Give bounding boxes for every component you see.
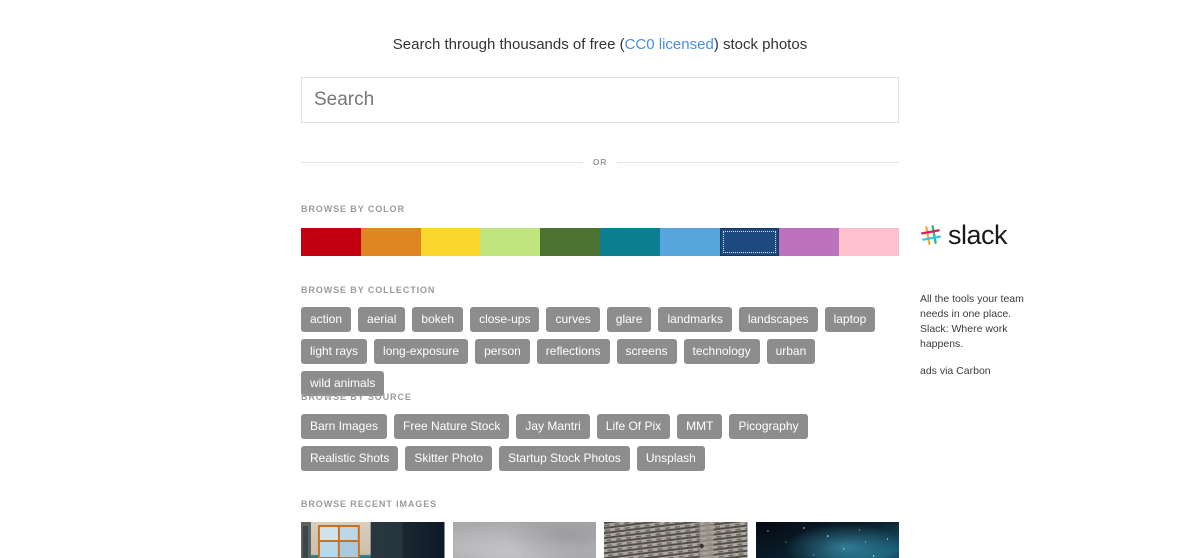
recent-image-grid	[301, 522, 899, 558]
collection-tag-light-rays[interactable]: light rays	[301, 339, 368, 364]
source-tag-mmt[interactable]: MMT	[677, 414, 723, 439]
source-tag-free-nature-stock[interactable]: Free Nature Stock	[394, 414, 510, 439]
color-swatch-light-green[interactable]	[480, 228, 541, 256]
browse-by-color-section: BROWSE BY COLOR	[301, 203, 899, 256]
source-tag-picography[interactable]: Picography	[729, 414, 808, 439]
collection-tag-long-exposure[interactable]: long-exposure	[374, 339, 469, 364]
color-swatch-orange[interactable]	[360, 228, 421, 256]
collection-tag-screens[interactable]: screens	[616, 339, 677, 364]
source-tag-jay-mantri[interactable]: Jay Mantri	[516, 414, 590, 439]
color-swatch-dark-green[interactable]	[540, 228, 600, 256]
collection-tag-technology[interactable]: technology	[683, 339, 760, 364]
color-swatch-navy[interactable]	[719, 228, 780, 256]
recent-image-gray-cloudy-sky[interactable]	[452, 522, 596, 558]
collection-tag-landmarks[interactable]: landmarks	[658, 307, 732, 332]
cc0-license-link[interactable]: CC0 licensed	[625, 36, 714, 53]
search-container	[301, 77, 899, 123]
tagline-text-before: Search through thousands of free (	[392, 36, 625, 53]
color-swatch-light-blue[interactable]	[659, 228, 720, 256]
collection-tag-reflections[interactable]: reflections	[536, 339, 610, 364]
collection-tag-action[interactable]: action	[301, 307, 352, 332]
browse-by-collection-section: BROWSE BY COLLECTION action aerial bokeh cl…	[301, 284, 901, 396]
browse-by-color-label: BROWSE BY COLOR	[301, 204, 405, 214]
slack-logo-icon	[920, 224, 942, 246]
collection-tag-urban[interactable]: urban	[766, 339, 816, 364]
slack-ad-logo-link[interactable]: slack	[920, 218, 1055, 252]
collection-tag-glare[interactable]: glare	[606, 307, 652, 332]
collection-tag-person[interactable]: person	[475, 339, 530, 364]
slack-wordmark: slack	[948, 219, 1008, 250]
source-tag-startup-stock-photos[interactable]: Startup Stock Photos	[499, 446, 630, 471]
divider-rule-right	[617, 161, 899, 163]
browse-recent-images-label: BROWSE RECENT IMAGES	[301, 499, 438, 509]
collection-tag-curves[interactable]: curves	[546, 307, 600, 332]
color-swatch-yellow[interactable]	[420, 228, 481, 256]
recent-image-starry-night-sky[interactable]	[755, 522, 899, 558]
browse-by-collection-label: BROWSE BY COLLECTION	[301, 285, 436, 295]
source-tag-realistic-shots[interactable]: Realistic Shots	[301, 446, 399, 471]
browse-by-source-label: BROWSE BY SOURCE	[301, 392, 412, 402]
collection-tag-laptop[interactable]: laptop	[824, 307, 876, 332]
color-swatch-red[interactable]	[301, 228, 361, 256]
browse-by-source-section: BROWSE BY SOURCE Barn Images Free Nature …	[301, 391, 901, 471]
carbon-ad: slack All the tools your team needs in o…	[920, 218, 1055, 378]
collection-tag-bokeh[interactable]: bokeh	[412, 307, 464, 332]
color-swatch-pink[interactable]	[839, 228, 899, 256]
source-tag-unsplash[interactable]: Unsplash	[636, 446, 705, 471]
recent-image-woven-wall-with-bicycle[interactable]	[604, 522, 748, 558]
color-swatch-purple[interactable]	[779, 228, 840, 256]
divider-rule-left	[301, 161, 583, 163]
source-tag-skitter-photo[interactable]: Skitter Photo	[405, 446, 493, 471]
ad-body-text[interactable]: All the tools your team needs in one pla…	[920, 292, 1040, 352]
page-tagline: Search through thousands of free (CC0 li…	[0, 35, 1200, 55]
collection-tag-list: action aerial bokeh close-ups curves glare lan…	[301, 307, 901, 396]
source-tag-barn-images[interactable]: Barn Images	[301, 414, 388, 439]
recent-image-window-in-weathered-room[interactable]	[301, 522, 445, 558]
source-tag-list: Barn Images Free Nature Stock Jay Mantri Li…	[301, 414, 901, 471]
color-swatch-row	[301, 228, 899, 256]
ad-via-carbon-link[interactable]: ads via Carbon	[920, 364, 1055, 378]
tagline-text-after: ) stock photos	[713, 36, 808, 53]
source-tag-life-of-pix[interactable]: Life Of Pix	[596, 414, 671, 439]
or-divider: OR	[301, 155, 899, 169]
browse-recent-images-section: BROWSE RECENT IMAGES	[301, 498, 901, 558]
color-swatch-teal[interactable]	[599, 228, 660, 256]
collection-tag-aerial[interactable]: aerial	[358, 307, 406, 332]
collection-tag-close-ups[interactable]: close-ups	[470, 307, 540, 332]
page-root: Search through thousands of free (CC0 li…	[0, 0, 1200, 558]
search-input[interactable]	[301, 77, 899, 123]
collection-tag-landscapes[interactable]: landscapes	[738, 307, 818, 332]
divider-label: OR	[592, 157, 608, 167]
